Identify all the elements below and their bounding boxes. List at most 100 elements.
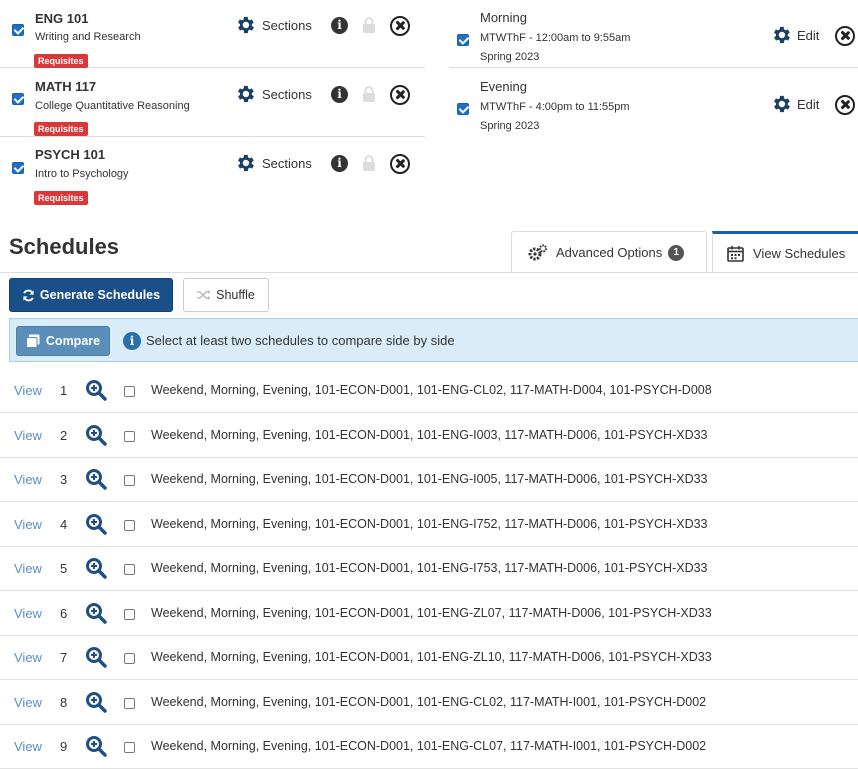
gear-icon[interactable] [234, 83, 256, 105]
sections-button[interactable]: Sections [262, 87, 312, 102]
course-checkbox[interactable] [12, 93, 24, 105]
magnifier-icon[interactable] [85, 379, 107, 401]
magnifier-icon[interactable] [85, 691, 107, 713]
lock-icon [363, 17, 375, 33]
magnifier-icon[interactable] [85, 646, 107, 668]
view-link[interactable]: View [14, 472, 42, 487]
magnifier-icon[interactable] [85, 602, 107, 624]
schedule-sections: Weekend, Morning, Evening, 101-ECON-D001… [151, 561, 708, 575]
schedule-checkbox[interactable] [124, 609, 135, 620]
sections-button[interactable]: Sections [262, 18, 312, 33]
schedule-sections: Weekend, Morning, Evening, 101-ECON-D001… [151, 517, 708, 531]
view-link[interactable]: View [14, 739, 42, 754]
view-link[interactable]: View [14, 650, 42, 665]
break-time: MTWThF - 12:00am to 9:55am [480, 32, 631, 44]
close-circle-icon[interactable] [390, 85, 410, 105]
schedule-row: View 1 Weekend, Morning, Evening, 101-ECON… [0, 369, 858, 413]
course-title: Writing and Research [35, 31, 141, 43]
lock-icon [363, 155, 375, 171]
course-title: Intro to Psychology [35, 168, 129, 180]
generate-schedules-label: Generate Schedules [39, 288, 161, 302]
schedule-checkbox[interactable] [124, 564, 135, 575]
course-checkbox[interactable] [12, 24, 24, 36]
advanced-options-count: 1 [668, 244, 685, 261]
requisites-badge[interactable]: Requisites [34, 54, 88, 68]
schedule-number: 4 [60, 517, 68, 532]
refresh-icon [23, 289, 34, 301]
schedule-checkbox[interactable] [124, 653, 135, 664]
schedule-number: 8 [60, 695, 68, 710]
course-row: MATH 117 College Quantitative Reasoning … [0, 69, 425, 137]
magnifier-icon[interactable] [85, 513, 107, 535]
course-title: College Quantitative Reasoning [35, 100, 190, 112]
schedule-number: 9 [60, 739, 68, 754]
compare-button[interactable]: Compare [16, 326, 110, 356]
schedule-checkbox[interactable] [124, 386, 135, 397]
break-term: Spring 2023 [480, 51, 540, 63]
view-link[interactable]: View [14, 561, 42, 576]
cogs-icon [528, 244, 547, 260]
edit-button[interactable]: Edit [797, 28, 819, 43]
schedule-checkbox[interactable] [124, 698, 135, 709]
course-checkbox[interactable] [12, 162, 24, 174]
schedule-sections: Weekend, Morning, Evening, 101-ECON-D001… [151, 606, 712, 620]
schedule-sections: Weekend, Morning, Evening, 101-ECON-D001… [151, 472, 708, 486]
generate-schedules-button[interactable]: Generate Schedules [9, 278, 173, 312]
close-circle-icon[interactable] [835, 26, 855, 46]
magnifier-icon[interactable] [85, 468, 107, 490]
tab-view-schedules[interactable]: View Schedules [712, 231, 858, 273]
gear-icon[interactable] [770, 24, 792, 46]
schedule-row: View 5 Weekend, Morning, Evening, 101-ECON… [0, 547, 858, 591]
close-circle-icon[interactable] [390, 16, 410, 36]
sections-button[interactable]: Sections [262, 156, 312, 171]
schedule-checkbox[interactable] [124, 431, 135, 442]
gear-icon[interactable] [770, 93, 792, 115]
break-checkbox[interactable] [457, 103, 469, 115]
advanced-options-label: Advanced Options [556, 245, 663, 260]
schedule-checkbox[interactable] [124, 520, 135, 531]
view-link[interactable]: View [14, 517, 42, 532]
magnifier-icon[interactable] [85, 424, 107, 446]
break-term: Spring 2023 [480, 120, 540, 132]
gear-icon[interactable] [234, 14, 256, 36]
view-link[interactable]: View [14, 383, 42, 398]
info-icon[interactable]: i [331, 86, 348, 103]
view-link[interactable]: View [14, 695, 42, 710]
requisites-badge[interactable]: Requisites [34, 191, 88, 205]
break-row: Morning MTWThF - 12:00am to 9:55am Sprin… [450, 0, 858, 68]
schedule-number: 3 [60, 472, 68, 487]
shuffle-button[interactable]: Shuffle [183, 278, 269, 312]
view-link[interactable]: View [14, 606, 42, 621]
schedule-row: View 4 Weekend, Morning, Evening, 101-ECON… [0, 503, 858, 547]
tab-advanced-options[interactable]: Advanced Options 1 [511, 231, 707, 273]
schedule-row: View 9 Weekend, Morning, Evening, 101-ECON… [0, 725, 858, 769]
schedule-row: View 6 Weekend, Morning, Evening, 101-ECON… [0, 592, 858, 636]
course-code: ENG 101 [35, 11, 89, 26]
info-icon: i [123, 332, 141, 350]
gear-icon[interactable] [234, 152, 256, 174]
close-circle-icon[interactable] [390, 154, 410, 174]
schedule-row: View 2 Weekend, Morning, Evening, 101-ECON… [0, 414, 858, 458]
calendar-icon [727, 246, 744, 262]
info-icon[interactable]: i [331, 155, 348, 172]
close-circle-icon[interactable] [835, 95, 855, 115]
break-time: MTWThF - 4:00pm to 11:55pm [480, 101, 630, 113]
edit-button[interactable]: Edit [797, 97, 819, 112]
course-code: MATH 117 [35, 79, 97, 94]
schedule-checkbox[interactable] [124, 742, 135, 753]
schedule-row: View 8 Weekend, Morning, Evening, 101-ECON… [0, 681, 858, 725]
schedule-row: View 3 Weekend, Morning, Evening, 101-ECON… [0, 458, 858, 502]
break-row: Evening MTWThF - 4:00pm to 11:55pm Sprin… [450, 69, 858, 137]
compare-label: Compare [45, 334, 101, 348]
info-icon[interactable]: i [331, 17, 348, 34]
schedule-number: 7 [60, 650, 68, 665]
schedule-sections: Weekend, Morning, Evening, 101-ECON-D001… [151, 650, 712, 664]
break-name: Evening [480, 79, 527, 94]
view-link[interactable]: View [14, 428, 42, 443]
magnifier-icon[interactable] [85, 557, 107, 579]
break-checkbox[interactable] [457, 34, 469, 46]
requisites-badge[interactable]: Requisites [34, 122, 88, 136]
compare-alert: Compare i Select at least two schedules … [9, 318, 858, 362]
shuffle-label: Shuffle [216, 288, 255, 302]
schedule-checkbox[interactable] [124, 475, 135, 486]
